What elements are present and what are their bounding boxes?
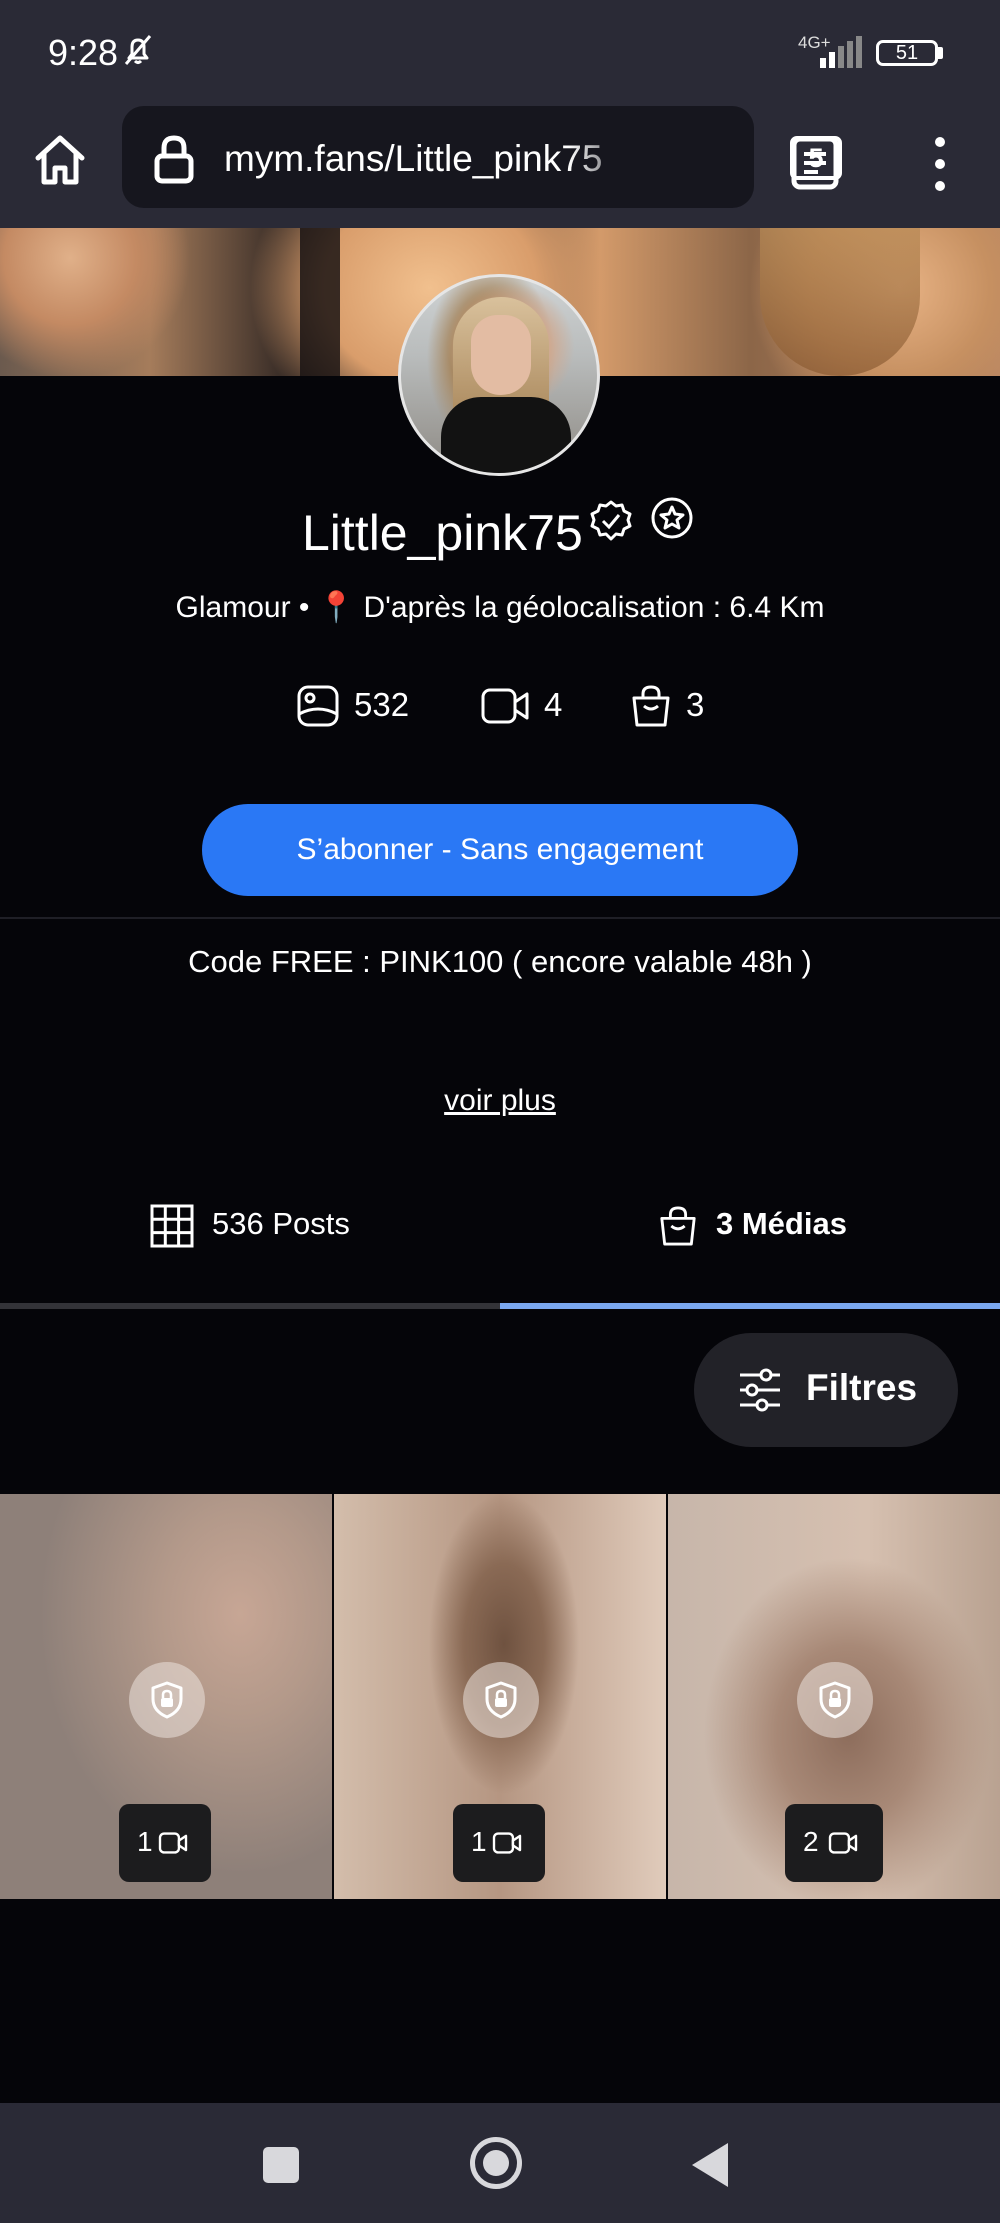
system-navigation-bar — [0, 2103, 1000, 2223]
home-button[interactable] — [470, 2137, 522, 2189]
video-camera-icon — [481, 688, 529, 724]
media-tile[interactable]: 2 — [668, 1494, 1000, 1899]
profile-location: D'après la géolocalisation : 6.4 Km — [363, 591, 825, 624]
profile-meta: Glamour • 📍 D'après la géolocalisation :… — [0, 590, 1000, 625]
video-count: 2 — [803, 1826, 819, 1857]
avatar-detail — [471, 315, 531, 395]
cover-detail — [300, 228, 340, 376]
meta-separator: • — [298, 591, 310, 624]
locked-badge — [463, 1662, 539, 1738]
cover-detail — [760, 228, 920, 376]
video-count-badge: 1 — [119, 1804, 211, 1882]
tab-posts[interactable]: 536 Posts — [150, 1196, 390, 1256]
tab-indicator-active — [500, 1303, 1000, 1309]
shopping-bag-icon — [632, 685, 670, 727]
videos-count: 4 — [544, 686, 563, 723]
media-tile[interactable]: 1 — [0, 1494, 332, 1899]
url-text[interactable]: mym.fans/Little_pink75 — [224, 138, 644, 180]
see-more-link[interactable]: voir plus — [0, 1084, 1000, 1118]
locked-badge — [797, 1662, 873, 1738]
filters-button[interactable]: Filtres — [694, 1333, 958, 1447]
profile-name-row: Little_pink75 — [0, 496, 1000, 566]
medias-count: 3 — [686, 686, 705, 723]
battery-tip — [938, 47, 943, 59]
back-button[interactable] — [692, 2143, 728, 2187]
subscribe-button[interactable]: S’abonner - Sans engagement — [202, 804, 798, 896]
browser-toolbar: mym.fans/Little_pink75 5 — [0, 104, 1000, 228]
grid-icon — [150, 1204, 194, 1248]
location-pin-icon: 📍 — [317, 591, 356, 624]
filters-label: Filtres — [806, 1367, 918, 1408]
star-badge-icon — [651, 497, 693, 539]
tab-switcher-button[interactable]: 5 — [790, 136, 842, 180]
photos-count: 532 — [354, 686, 410, 723]
tab-medias-label: 3 Médias — [716, 1206, 847, 1241]
shield-lock-icon — [485, 1681, 517, 1719]
avatar-detail — [441, 397, 571, 473]
profile-description: Code FREE : PINK100 ( encore valable 48h… — [188, 944, 812, 979]
sliders-icon — [740, 1368, 780, 1412]
video-camera-icon — [492, 1832, 522, 1854]
video-camera-icon — [828, 1832, 858, 1854]
more-menu-icon[interactable] — [920, 134, 960, 194]
tab-medias[interactable]: 3 Médias — [658, 1196, 898, 1256]
video-count-badge: 2 — [785, 1804, 883, 1882]
video-camera-icon — [158, 1832, 188, 1854]
battery-indicator: 51 — [876, 40, 938, 66]
signal-strength-icon — [820, 36, 862, 68]
shopping-bag-icon — [660, 1206, 696, 1246]
address-bar[interactable]: mym.fans/Little_pink75 — [122, 106, 839, 208]
video-count: 1 — [471, 1826, 487, 1857]
lock-icon — [154, 135, 194, 184]
status-time: 9:28 — [48, 32, 119, 73]
photo-icon — [297, 685, 339, 727]
tab-indicator-inactive — [0, 1303, 500, 1309]
shield-lock-icon — [819, 1681, 851, 1719]
tab-posts-label: 536 Posts — [212, 1206, 350, 1241]
home-icon[interactable] — [28, 128, 92, 192]
recent-apps-button[interactable] — [263, 2147, 299, 2183]
status-bar: 9:28 4G+ 51 — [0, 0, 1000, 104]
shield-lock-icon — [151, 1681, 183, 1719]
profile-stats: 532 4 3 — [0, 682, 1000, 732]
video-count-badge: 1 — [453, 1804, 545, 1882]
locked-badge — [129, 1662, 205, 1738]
profile-username: Little_pink75 — [302, 505, 583, 561]
divider — [0, 917, 1000, 919]
verified-badge-icon — [590, 500, 632, 541]
avatar[interactable] — [398, 274, 600, 476]
media-tile[interactable]: 1 — [334, 1494, 666, 1899]
profile-category: Glamour — [175, 591, 291, 624]
bell-muted-icon — [124, 35, 152, 65]
video-count: 1 — [137, 1826, 153, 1857]
